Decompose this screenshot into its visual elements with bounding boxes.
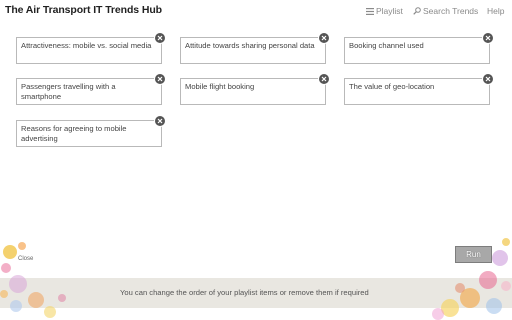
playlist-item[interactable]: Passengers travelling with a smartphone (16, 73, 166, 105)
close-icon[interactable] (482, 32, 494, 44)
nav-playlist[interactable]: Playlist (366, 6, 403, 16)
close-icon[interactable] (318, 32, 330, 44)
decorative-bubbles-right (432, 238, 511, 320)
footer-message: You can change the order of your playlis… (120, 288, 369, 297)
playlist-item[interactable]: The value of geo-location (344, 73, 494, 105)
playlist-item[interactable]: Attractiveness: mobile vs. social media (16, 32, 166, 64)
nav-help[interactable]: Help (487, 6, 504, 16)
playlist-item-label: Reasons for agreeing to mobile advertisi… (21, 124, 127, 143)
playlist-item[interactable]: Mobile flight booking (180, 73, 330, 105)
nav-search-trends[interactable]: Search Trends (413, 6, 478, 16)
playlist-item-label: Passengers travelling with a smartphone (21, 82, 116, 101)
close-icon[interactable] (482, 73, 494, 85)
playlist-item-label: Attitude towards sharing personal data (185, 41, 315, 50)
playlist-item[interactable]: Booking channel used (344, 32, 494, 64)
close-icon[interactable] (154, 73, 166, 85)
playlist-item-label: Booking channel used (349, 41, 424, 50)
nav-playlist-label: Playlist (376, 6, 403, 16)
app-title: The Air Transport IT Trends Hub (5, 4, 162, 16)
close-link[interactable]: Close (18, 256, 33, 262)
close-icon[interactable] (154, 115, 166, 127)
nav-help-label: Help (487, 6, 505, 16)
playlist-item-label: Attractiveness: mobile vs. social media (21, 41, 152, 50)
search-icon (413, 7, 421, 15)
playlist-item[interactable]: Attitude towards sharing personal data (180, 32, 330, 64)
top-bar: The Air Transport IT Trends Hub Playlist… (0, 0, 512, 22)
playlist-item-label: Mobile flight booking (185, 82, 255, 91)
close-icon[interactable] (318, 73, 330, 85)
decorative-bubbles-left (0, 242, 66, 318)
playlist-item-label: The value of geo-location (349, 82, 435, 91)
playlist-item[interactable]: Reasons for agreeing to mobile advertisi… (16, 115, 166, 147)
list-icon (366, 7, 374, 15)
close-icon[interactable] (154, 32, 166, 44)
nav-search-label: Search Trends (423, 6, 479, 16)
